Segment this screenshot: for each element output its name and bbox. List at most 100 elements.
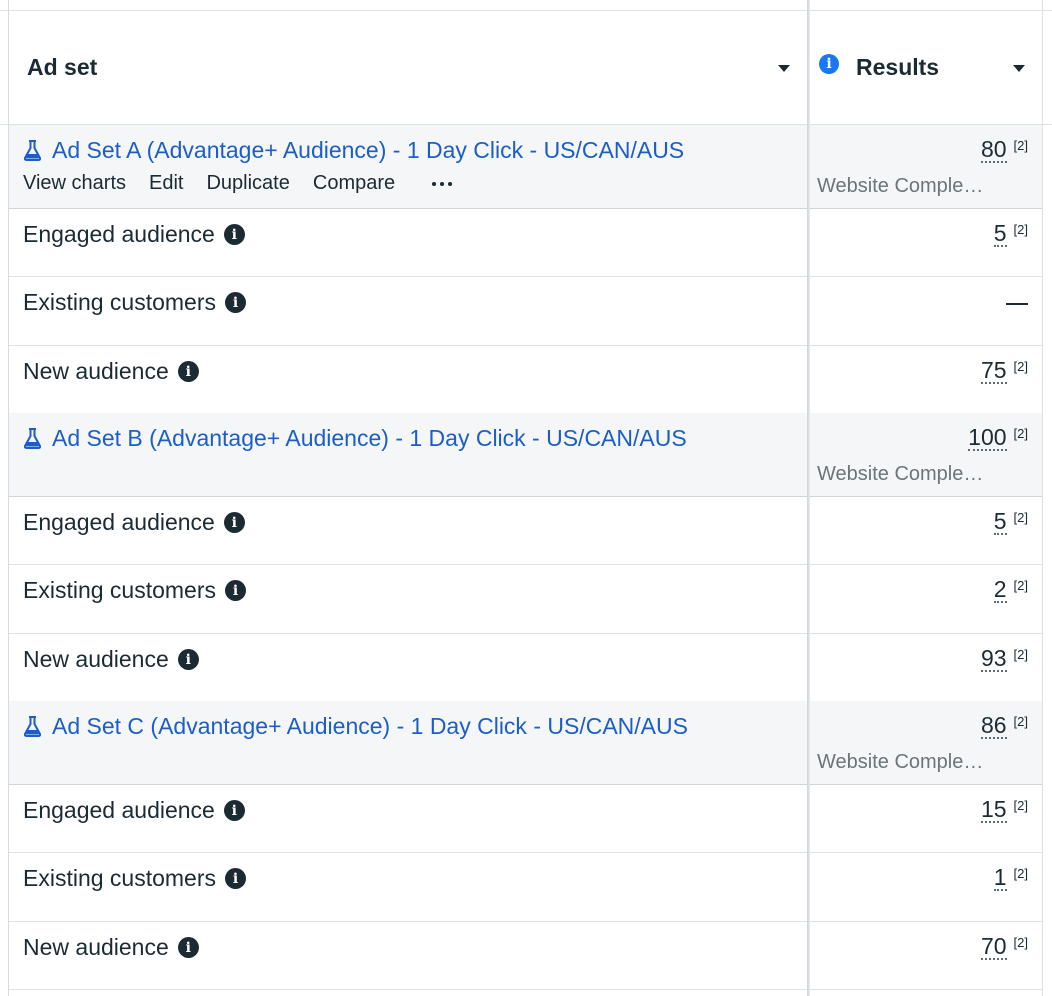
results-sort-caret-icon[interactable] (1013, 65, 1025, 72)
breakdown-label: Engaged audience (23, 509, 215, 535)
ad-set-row-c[interactable]: Ad Set C (Advantage+ Audience) - 1 Day C… (8, 701, 1042, 785)
result-cell: 100 [2] (968, 425, 1028, 451)
result-cell: 1 [2] (993, 865, 1028, 891)
result-value[interactable]: 86 (980, 713, 1007, 739)
table-left-border (8, 0, 9, 996)
edit-action[interactable]: Edit (149, 172, 183, 196)
row-actions: View charts Edit Duplicate Compare (23, 172, 456, 196)
result-footnote: [2] (1013, 138, 1028, 153)
breakdown-label-wrap: Existing customers i (23, 865, 247, 892)
breakdown-label: Existing customers (23, 289, 217, 315)
flask-icon (23, 428, 42, 449)
info-icon[interactable]: i (225, 292, 247, 313)
result-footnote: [2] (1013, 578, 1028, 593)
result-footnote: [2] (1013, 510, 1028, 525)
breakdown-row: New audience i 93 [2] (8, 634, 1042, 701)
no-data-dash (1006, 303, 1028, 305)
breakdown-label-wrap: New audience i (23, 934, 199, 961)
breakdown-row: New audience i 75 [2] (8, 346, 1042, 413)
info-icon[interactable]: i (177, 649, 199, 670)
column-divider[interactable] (807, 0, 810, 996)
info-icon[interactable]: i (177, 361, 199, 382)
result-footnote: [2] (1013, 935, 1028, 950)
ad-set-name: Ad Set A (Advantage+ Audience) - 1 Day C… (52, 137, 685, 163)
ad-set-row-b[interactable]: Ad Set B (Advantage+ Audience) - 1 Day C… (8, 413, 1042, 497)
result-value[interactable]: 5 (993, 509, 1007, 535)
breakdown-label-wrap: New audience i (23, 646, 199, 673)
result-type: Website Comple… (817, 175, 984, 197)
result-footnote: [2] (1013, 647, 1028, 662)
view-charts-action[interactable]: View charts (23, 172, 126, 196)
flask-icon (23, 716, 42, 737)
info-icon[interactable]: i (223, 224, 245, 245)
result-cell: 5 [2] (993, 509, 1028, 535)
breakdown-row: Engaged audience i 15 [2] (8, 785, 1042, 853)
ad-set-name: Ad Set B (Advantage+ Audience) - 1 Day C… (52, 425, 687, 451)
compare-action[interactable]: Compare (313, 172, 395, 196)
result-value[interactable]: 93 (980, 646, 1007, 672)
ad-set-name-link[interactable]: Ad Set B (Advantage+ Audience) - 1 Day C… (23, 425, 687, 452)
result-footnote: [2] (1013, 426, 1028, 441)
result-footnote: [2] (1013, 359, 1028, 374)
more-options-icon[interactable] (432, 172, 456, 196)
breakdown-label-wrap: Engaged audience i (23, 509, 245, 536)
result-value[interactable]: 5 (993, 221, 1007, 247)
breakdown-label-wrap: Existing customers i (23, 577, 247, 604)
result-cell: 93 [2] (980, 646, 1028, 672)
breakdown-row: Existing customers i (8, 277, 1042, 346)
result-type: Website Comple… (817, 463, 984, 485)
result-cell: 70 [2] (980, 934, 1028, 960)
breakdown-label: Existing customers (23, 865, 217, 891)
result-footnote: [2] (1013, 798, 1028, 813)
breakdown-label-wrap: Engaged audience i (23, 797, 245, 824)
info-icon[interactable]: i (819, 54, 839, 74)
ad-set-sort-caret-icon[interactable] (778, 65, 790, 72)
column-header-ad-set[interactable]: Ad set (27, 11, 97, 124)
ad-set-name: Ad Set C (Advantage+ Audience) - 1 Day C… (52, 713, 688, 739)
result-type: Website Comple… (817, 751, 984, 773)
breakdown-label: Engaged audience (23, 221, 215, 247)
breakdown-row: New audience i 70 [2] (8, 922, 1042, 990)
breakdown-label: New audience (23, 646, 169, 672)
result-value[interactable]: 15 (980, 797, 1007, 823)
info-icon[interactable]: i (223, 800, 245, 821)
result-cell: 86 [2] (980, 713, 1028, 739)
duplicate-action[interactable]: Duplicate (206, 172, 289, 196)
result-value[interactable]: 2 (993, 577, 1007, 603)
breakdown-row: Engaged audience i 5 [2] (8, 497, 1042, 565)
result-cell: 15 [2] (980, 797, 1028, 823)
info-icon[interactable]: i (225, 868, 247, 889)
info-icon[interactable]: i (225, 580, 247, 601)
ad-set-row-a[interactable]: Ad Set A (Advantage+ Audience) - 1 Day C… (8, 125, 1042, 209)
ad-set-name-link[interactable]: Ad Set A (Advantage+ Audience) - 1 Day C… (23, 137, 684, 164)
breakdown-row: Existing customers i 1 [2] (8, 853, 1042, 922)
info-icon[interactable]: i (223, 512, 245, 533)
result-footnote: [2] (1013, 866, 1028, 881)
result-cell: 2 [2] (993, 577, 1028, 603)
flask-icon (23, 140, 42, 161)
breakdown-row: Engaged audience i 5 [2] (8, 209, 1042, 277)
table-right-border (1042, 0, 1043, 996)
result-value[interactable]: 75 (980, 358, 1007, 384)
info-icon[interactable]: i (177, 937, 199, 958)
result-value[interactable]: 1 (993, 865, 1007, 891)
result-cell: 5 [2] (993, 221, 1028, 247)
column-header-results[interactable]: Results (856, 11, 939, 124)
breakdown-label: New audience (23, 934, 169, 960)
result-value[interactable]: 70 (980, 934, 1007, 960)
result-cell: 75 [2] (980, 358, 1028, 384)
ad-set-name-link[interactable]: Ad Set C (Advantage+ Audience) - 1 Day C… (23, 713, 688, 740)
ad-sets-table: Ad set i Results Ad Set A (Advantage+ Au… (0, 0, 1052, 996)
result-footnote: [2] (1013, 222, 1028, 237)
breakdown-label: Existing customers (23, 577, 217, 603)
breakdown-label-wrap: Existing customers i (23, 289, 247, 316)
breakdown-label: Engaged audience (23, 797, 215, 823)
breakdown-label-wrap: Engaged audience i (23, 221, 245, 248)
breakdown-label: New audience (23, 358, 169, 384)
breakdown-label-wrap: New audience i (23, 358, 199, 385)
result-cell: 80 [2] (980, 137, 1028, 163)
result-value[interactable]: 80 (980, 137, 1007, 163)
breakdown-row: Existing customers i 2 [2] (8, 565, 1042, 634)
result-footnote: [2] (1013, 714, 1028, 729)
result-value[interactable]: 100 (968, 425, 1007, 451)
